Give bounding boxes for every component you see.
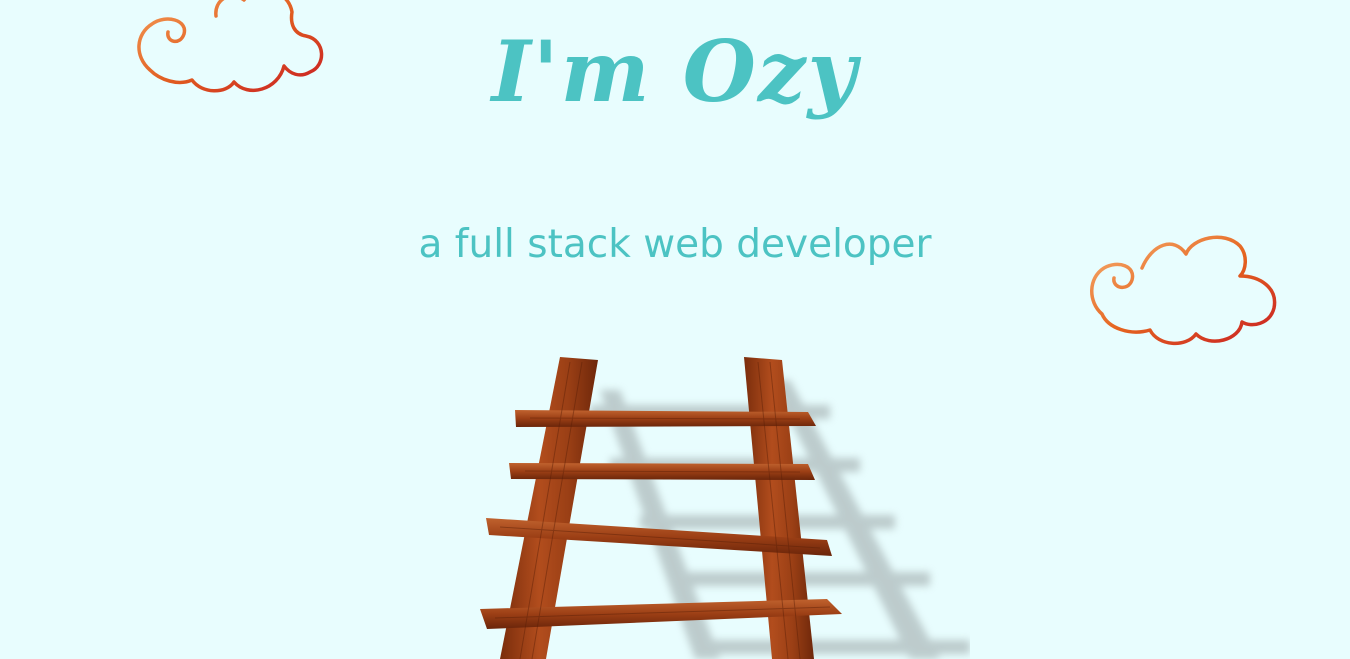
- page-title: I'm Ozy: [491, 22, 859, 121]
- ladder-illustration: [480, 357, 970, 659]
- cloud-right-icon: [1090, 235, 1277, 345]
- landing-page: I'm Ozy a full stack web developer: [0, 0, 1350, 659]
